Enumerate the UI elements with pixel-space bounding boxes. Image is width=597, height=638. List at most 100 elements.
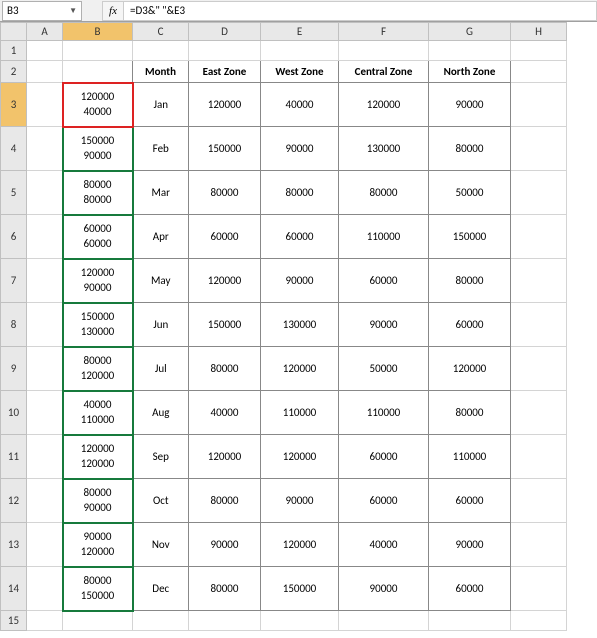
cell-D5[interactable]: 80000 [189,171,261,215]
cell-D[interactable] [189,41,261,61]
cell-E12[interactable]: 90000 [261,479,339,523]
cell-H6[interactable] [511,215,567,259]
cell-E4[interactable]: 90000 [261,127,339,171]
cell-B9[interactable]: 80000120000 [63,347,133,391]
row-header-5[interactable]: 5 [1,171,27,215]
col-header-A[interactable]: A [27,23,63,41]
cell-G12[interactable]: 60000 [429,479,511,523]
cell-G10[interactable]: 80000 [429,391,511,435]
cell-A[interactable] [27,41,63,61]
cell-C12[interactable]: Oct [133,479,189,523]
cell-C8[interactable]: Jun [133,303,189,347]
cell-E6[interactable]: 60000 [261,215,339,259]
cell-C4[interactable]: Feb [133,127,189,171]
row-header-11[interactable]: 11 [1,435,27,479]
cell-D8[interactable]: 150000 [189,303,261,347]
cell-E2[interactable]: West Zone [261,61,339,83]
cell-A[interactable] [27,611,63,631]
row-header-6[interactable]: 6 [1,215,27,259]
cell-A5[interactable] [27,171,63,215]
cell-G9[interactable]: 120000 [429,347,511,391]
cell-A8[interactable] [27,303,63,347]
cell-F13[interactable]: 40000 [339,523,429,567]
cell-D6[interactable]: 60000 [189,215,261,259]
row-header-3[interactable]: 3 [1,83,27,127]
cell-C3[interactable]: Jan [133,83,189,127]
cell-B[interactable] [63,611,133,631]
cell-D12[interactable]: 80000 [189,479,261,523]
cell-F[interactable] [339,611,429,631]
cell-B[interactable] [63,41,133,61]
cell-C[interactable] [133,611,189,631]
cell-C5[interactable]: Mar [133,171,189,215]
row-header-9[interactable]: 9 [1,347,27,391]
row-header-13[interactable]: 13 [1,523,27,567]
cell-F10[interactable]: 110000 [339,391,429,435]
cell-D7[interactable]: 120000 [189,259,261,303]
cell-G[interactable] [429,41,511,61]
cell-C13[interactable]: Nov [133,523,189,567]
cell-E10[interactable]: 110000 [261,391,339,435]
cell-G[interactable] [429,611,511,631]
cell-A14[interactable] [27,567,63,611]
cell-B14[interactable]: 80000150000 [63,567,133,611]
col-header-H[interactable]: H [511,23,567,41]
cell-G11[interactable]: 110000 [429,435,511,479]
cell-D[interactable] [189,611,261,631]
cell-G2[interactable]: North Zone [429,61,511,83]
cell-B6[interactable]: 6000060000 [63,215,133,259]
cell-E3[interactable]: 40000 [261,83,339,127]
fx-button[interactable]: fx [102,1,124,21]
cell-G14[interactable]: 60000 [429,567,511,611]
cell-H8[interactable] [511,303,567,347]
cell-E14[interactable]: 150000 [261,567,339,611]
cell-D3[interactable]: 120000 [189,83,261,127]
cell-E13[interactable]: 120000 [261,523,339,567]
cell-C6[interactable]: Apr [133,215,189,259]
cell-A7[interactable] [27,259,63,303]
col-header-F[interactable]: F [339,23,429,41]
cell-C[interactable] [133,41,189,61]
row-header-8[interactable]: 8 [1,303,27,347]
cell-C14[interactable]: Dec [133,567,189,611]
cell-F7[interactable]: 60000 [339,259,429,303]
cell-D11[interactable]: 120000 [189,435,261,479]
cell-E7[interactable]: 90000 [261,259,339,303]
cell-A13[interactable] [27,523,63,567]
chevron-down-icon[interactable]: ▼ [69,6,77,16]
cell-F3[interactable]: 120000 [339,83,429,127]
cell-A4[interactable] [27,127,63,171]
cell-B5[interactable]: 8000080000 [63,171,133,215]
cell-C10[interactable]: Aug [133,391,189,435]
cell-H3[interactable] [511,83,567,127]
cell-H7[interactable] [511,259,567,303]
row-header-14[interactable]: 14 [1,567,27,611]
cell-C9[interactable]: Jul [133,347,189,391]
cell-A12[interactable] [27,479,63,523]
cell-D10[interactable]: 40000 [189,391,261,435]
cell-D14[interactable]: 80000 [189,567,261,611]
cell-H2[interactable] [511,61,567,83]
cell-A10[interactable] [27,391,63,435]
col-header-B[interactable]: B [63,23,133,41]
cell-H4[interactable] [511,127,567,171]
row-header-1[interactable]: 1 [1,41,27,61]
cell-D4[interactable]: 150000 [189,127,261,171]
cell-G6[interactable]: 150000 [429,215,511,259]
cell-F[interactable] [339,41,429,61]
col-header-D[interactable]: D [189,23,261,41]
cell-C2[interactable]: Month [133,61,189,83]
cell-C11[interactable]: Sep [133,435,189,479]
cell-H9[interactable] [511,347,567,391]
row-header-4[interactable]: 4 [1,127,27,171]
row-header-10[interactable]: 10 [1,391,27,435]
cell-H5[interactable] [511,171,567,215]
cell-G5[interactable]: 50000 [429,171,511,215]
cell-E8[interactable]: 130000 [261,303,339,347]
cell-G3[interactable]: 90000 [429,83,511,127]
cell-B13[interactable]: 90000120000 [63,523,133,567]
cell-B4[interactable]: 15000090000 [63,127,133,171]
cell-F11[interactable]: 60000 [339,435,429,479]
cell-H11[interactable] [511,435,567,479]
col-header-G[interactable]: G [429,23,511,41]
